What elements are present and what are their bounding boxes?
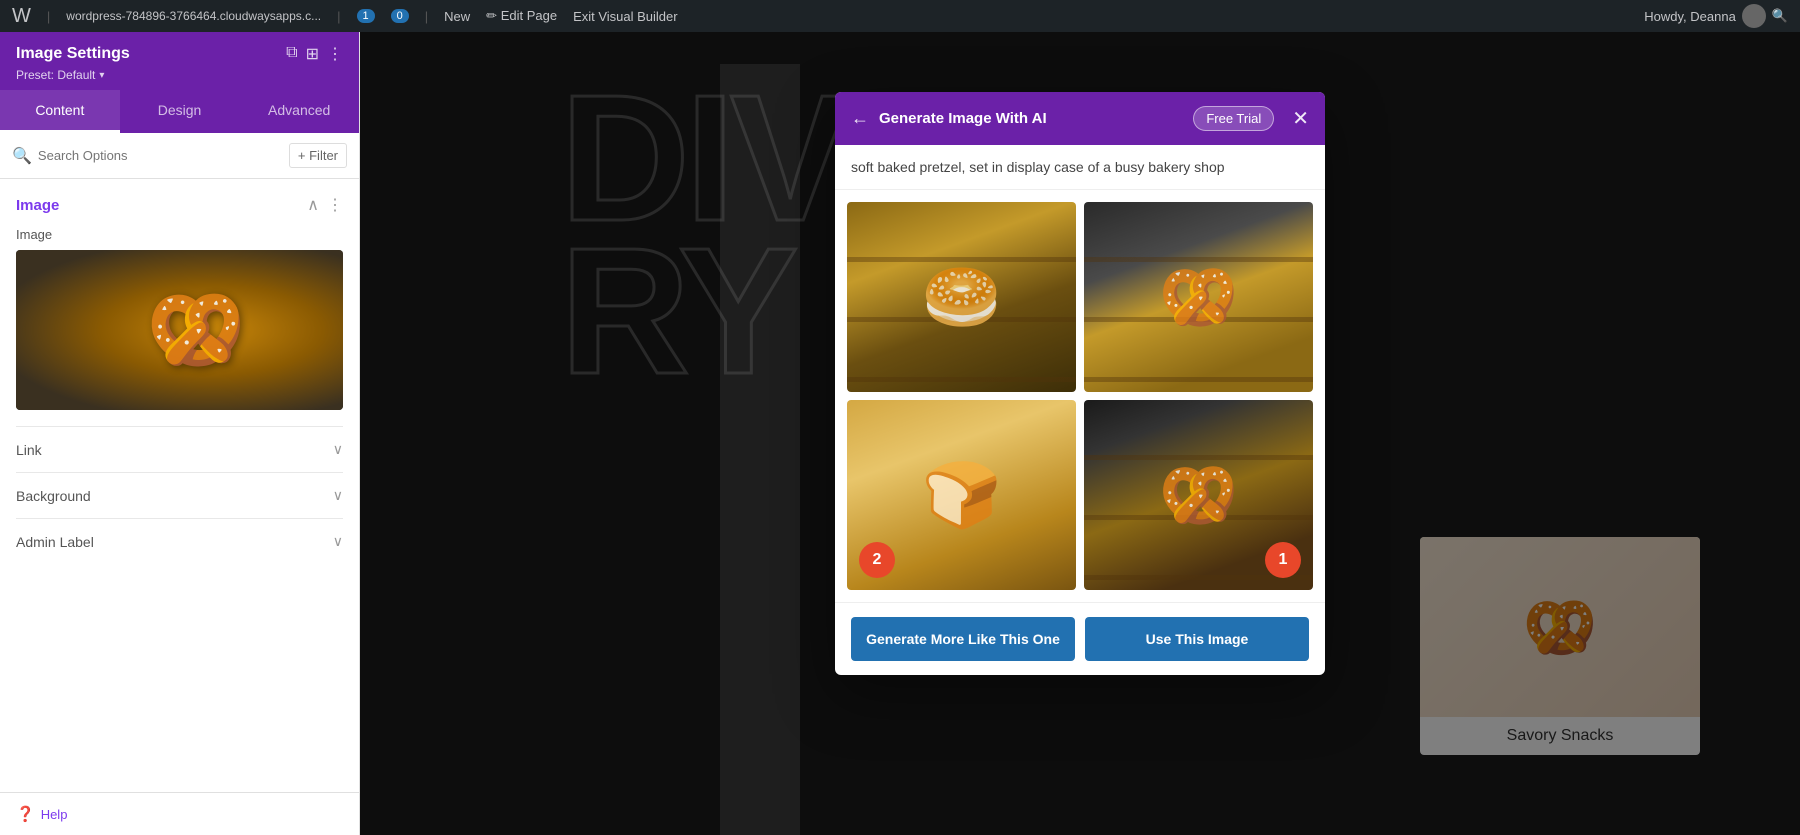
modal-footer: Generate More Like This One Use This Ima… bbox=[835, 602, 1325, 675]
image-cell-4[interactable]: 🥨 1 bbox=[1084, 400, 1313, 590]
generate-more-button[interactable]: Generate More Like This One bbox=[851, 617, 1075, 661]
background-label: Background bbox=[16, 488, 91, 504]
admin-label-label: Admin Label bbox=[16, 534, 94, 550]
modal-title: Generate Image With AI bbox=[879, 110, 1183, 127]
image-section-header: Image ∧ ⋮ bbox=[16, 195, 343, 215]
ai-modal: ← Generate Image With AI Free Trial ✕ so… bbox=[835, 92, 1325, 675]
bread-icon-1: 🥯 bbox=[922, 260, 1002, 335]
admin-label-section-header[interactable]: Admin Label ∨ bbox=[16, 533, 343, 550]
search-input[interactable] bbox=[38, 148, 281, 163]
bread-icon-3: 🍞 bbox=[922, 458, 1002, 533]
badge-1: 1 bbox=[1265, 542, 1301, 578]
help-label: Help bbox=[41, 807, 68, 822]
pencil-icon: ✏ bbox=[486, 8, 497, 23]
edit-page-button[interactable]: ✏ Edit Page bbox=[486, 8, 557, 24]
admin-label-section: Admin Label ∨ bbox=[16, 518, 343, 564]
panel-title: Image Settings bbox=[16, 45, 278, 63]
background-section: Background ∨ bbox=[16, 472, 343, 518]
search-bar: 🔍 + Filter bbox=[0, 133, 359, 179]
tab-design[interactable]: Design bbox=[120, 90, 240, 133]
wp-logo-icon[interactable]: W bbox=[12, 5, 31, 28]
wp-admin-bar: W | wordpress-784896-3766464.cloudwaysap… bbox=[0, 0, 1800, 32]
modal-back-button[interactable]: ← bbox=[851, 108, 869, 129]
new-button[interactable]: New bbox=[444, 9, 470, 24]
link-section: Link ∨ bbox=[16, 426, 343, 472]
exit-visual-builder-button[interactable]: Exit Visual Builder bbox=[573, 9, 678, 24]
images-grid: 🥯 🥨 🍞 bbox=[847, 202, 1313, 590]
preset-label[interactable]: Preset: Default ▾ bbox=[16, 68, 343, 82]
search-icon: 🔍 bbox=[12, 146, 32, 166]
image-cell-1[interactable]: 🥯 bbox=[847, 202, 1076, 392]
main-layout: Image Settings ⧉ ⊞ ⋮ Preset: Default ▾ C… bbox=[0, 32, 1800, 835]
free-trial-badge[interactable]: Free Trial bbox=[1193, 106, 1274, 131]
chevron-down-icon: ▾ bbox=[99, 70, 104, 81]
search-icon[interactable]: 🔍 bbox=[1772, 8, 1788, 24]
more-options-icon[interactable]: ⋮ bbox=[327, 44, 343, 64]
comments-count[interactable]: 1 bbox=[357, 9, 375, 23]
panel-title-row: Image Settings ⧉ ⊞ ⋮ bbox=[16, 44, 343, 64]
panel-tabs: Content Design Advanced bbox=[0, 90, 359, 133]
user-greeting: Howdy, Deanna 🔍 bbox=[1644, 4, 1788, 28]
section-icons: ∧ ⋮ bbox=[307, 195, 343, 215]
admin-label-chevron-icon: ∨ bbox=[333, 533, 343, 550]
use-image-button[interactable]: Use This Image bbox=[1085, 617, 1309, 661]
badge-2: 2 bbox=[859, 542, 895, 578]
pretzel-icon: 🥨 bbox=[146, 283, 246, 377]
link-chevron-icon: ∨ bbox=[333, 441, 343, 458]
pretzel-icon-4: 🥨 bbox=[1159, 458, 1239, 533]
filter-button[interactable]: + Filter bbox=[289, 143, 347, 168]
panel-header: Image Settings ⧉ ⊞ ⋮ Preset: Default ▾ bbox=[0, 32, 359, 90]
search-input-wrap: 🔍 bbox=[12, 146, 281, 166]
page-area: DIVI RY 🥨 Savory Snacks ← Generate Image… bbox=[360, 32, 1800, 835]
avatar bbox=[1742, 4, 1766, 28]
link-section-header[interactable]: Link ∨ bbox=[16, 441, 343, 458]
panel-content: Image ∧ ⋮ Image 🥨 Link ∨ bbox=[0, 179, 359, 792]
bakery-image-2: 🥨 bbox=[1084, 202, 1313, 392]
tab-advanced[interactable]: Advanced bbox=[239, 90, 359, 133]
pretzel-bg: 🥨 bbox=[16, 250, 343, 410]
image-subsection-label: Image bbox=[16, 227, 343, 242]
copy-icon[interactable]: ⧉ bbox=[286, 44, 297, 64]
modal-close-button[interactable]: ✕ bbox=[1292, 106, 1309, 131]
pretzel-icon-2: 🥨 bbox=[1159, 260, 1239, 335]
background-chevron-icon: ∨ bbox=[333, 487, 343, 504]
chat-count[interactable]: 0 bbox=[391, 9, 409, 23]
image-preview[interactable]: 🥨 bbox=[16, 250, 343, 410]
section-more-icon[interactable]: ⋮ bbox=[327, 195, 343, 215]
modal-prompt: soft baked pretzel, set in display case … bbox=[835, 145, 1325, 190]
bakery-image-1: 🥯 bbox=[847, 202, 1076, 392]
image-section-title: Image bbox=[16, 197, 59, 214]
help-circle-icon: ❓ bbox=[16, 805, 35, 823]
link-label: Link bbox=[16, 442, 42, 458]
left-panel: Image Settings ⧉ ⊞ ⋮ Preset: Default ▾ C… bbox=[0, 32, 360, 835]
help-section[interactable]: ❓ Help bbox=[0, 792, 359, 835]
section-collapse-icon[interactable]: ∧ bbox=[307, 195, 319, 215]
site-name[interactable]: wordpress-784896-3766464.cloudwaysapps.c… bbox=[66, 9, 321, 23]
tab-content[interactable]: Content bbox=[0, 90, 120, 133]
modal-header: ← Generate Image With AI Free Trial ✕ bbox=[835, 92, 1325, 145]
columns-icon[interactable]: ⊞ bbox=[306, 44, 319, 64]
modal-overlay: ← Generate Image With AI Free Trial ✕ so… bbox=[360, 32, 1800, 835]
background-section-header[interactable]: Background ∨ bbox=[16, 487, 343, 504]
modal-images: 🥯 🥨 🍞 bbox=[835, 190, 1325, 602]
image-cell-2[interactable]: 🥨 bbox=[1084, 202, 1313, 392]
panel-header-icons: ⧉ ⊞ ⋮ bbox=[286, 44, 343, 64]
image-cell-3[interactable]: 🍞 2 bbox=[847, 400, 1076, 590]
